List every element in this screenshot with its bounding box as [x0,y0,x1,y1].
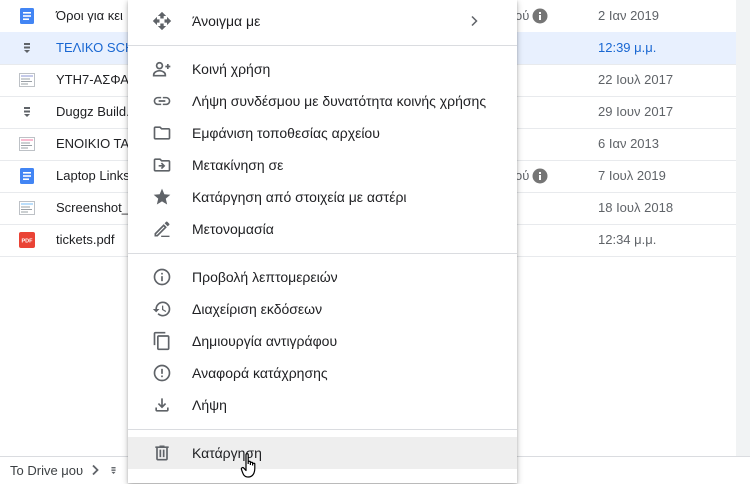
file-date: 2 Ιαν 2019 [598,8,660,23]
menu-item-remove-star[interactable]: Κατάργηση από στοιχεία με αστέρι [128,181,517,213]
pdf-icon: PDF [19,232,35,248]
menu-label: Αναφορά κατάχρησης [192,365,328,381]
menu-label: Διαχείριση εκδόσεων [192,301,323,317]
menu-label: Κατάργηση από στοιχεία με αστέρι [192,189,407,205]
archive-icon [24,43,30,53]
file-name: Laptop Links [56,168,130,183]
image-thumb-icon [19,73,35,87]
menu-item-remove[interactable]: Κατάργηση [128,437,517,469]
menu-label: Προβολή λεπτομερειών [192,269,338,285]
menu-label: Κοινή χρήση [192,61,271,77]
menu-item-share[interactable]: Κοινή χρήση [128,53,517,85]
add-person-icon [152,61,171,77]
menu-item-make-copy[interactable]: Δημιουργία αντιγράφου [128,325,517,357]
chevron-right-icon [471,15,478,27]
info-outline-icon [153,268,171,286]
menu-item-rename[interactable]: Μετονομασία [128,213,517,245]
svg-text:PDF: PDF [22,239,34,245]
image-thumb-icon [19,137,35,151]
menu-label: Άνοιγμα με [192,13,261,29]
image-thumb-icon [19,201,35,215]
file-date: 29 Ιουν 2017 [598,104,674,119]
info-icon[interactable] [532,8,548,24]
archive-icon [24,107,30,117]
menu-divider [128,45,517,46]
file-date: 7 Ιουλ 2019 [598,168,666,183]
star-icon [153,188,171,205]
menu-item-view-details[interactable]: Προβολή λεπτομερειών [128,261,517,293]
file-owner: ού [515,8,530,23]
file-name: Duggz Build. [56,104,130,119]
hand-cursor-icon [240,453,256,478]
menu-item-get-link[interactable]: Λήψη συνδέσμου με δυνατότητα κοινής χρήσ… [128,85,517,117]
menu-divider [128,429,517,430]
menu-label: Μετακίνηση σε [192,157,284,173]
file-name: ΤΕΛΙΚΟ SCH [56,40,135,55]
file-name: ΥΤΗ7-ΑΣΦΑΛ [56,72,138,87]
menu-divider [128,253,517,254]
menu-item-manage-versions[interactable]: Διαχείριση εκδόσεων [128,293,517,325]
archive-icon [111,467,116,474]
menu-item-show-location[interactable]: Εμφάνιση τοποθεσίας αρχείου [128,117,517,149]
menu-item-report-abuse[interactable]: Αναφορά κατάχρησης [128,357,517,389]
info-icon[interactable] [532,168,548,184]
file-date: 18 Ιουλ 2018 [598,200,674,215]
menu-label: Λήψη [192,397,227,413]
history-icon [152,301,171,317]
menu-item-download[interactable]: Λήψη [128,389,517,421]
file-date: 12:39 μ.μ. [598,40,657,55]
file-name: tickets.pdf [56,232,115,247]
pencil-icon [154,221,170,237]
context-menu: Άνοιγμα με Κοινή χρήση Λήψη συνδέσμου με… [128,0,517,483]
file-date: 12:34 μ.μ. [598,232,657,247]
file-name: Screenshot_ [56,200,129,215]
copy-icon [153,331,170,351]
trash-icon [155,445,169,461]
report-icon [153,364,171,382]
docs-icon [20,8,34,24]
file-name: Όροι για κει [56,8,123,23]
folder-icon [153,126,171,140]
docs-icon [20,168,34,184]
menu-item-move-to[interactable]: Μετακίνηση σε [128,149,517,181]
chevron-right-icon [92,464,99,476]
breadcrumb-root[interactable]: Το Drive μου [10,463,83,478]
link-icon [153,96,171,106]
move-arrows-icon [152,11,172,31]
move-folder-icon [153,158,171,172]
menu-label: Εμφάνιση τοποθεσίας αρχείου [192,125,380,141]
menu-label: Μετονομασία [192,221,274,237]
download-icon [155,398,169,412]
file-date: 22 Ιουλ 2017 [598,72,674,87]
file-date: 6 Ιαν 2013 [598,136,660,151]
menu-label: Λήψη συνδέσμου με δυνατότητα κοινής χρήσ… [192,93,487,109]
menu-label: Δημιουργία αντιγράφου [192,333,338,349]
menu-item-open-with[interactable]: Άνοιγμα με [128,5,517,37]
file-name: ΕΝΟΙΚΙΟ ΤΑΧ [56,136,138,151]
scrollbar[interactable] [736,0,750,456]
file-owner: ού [515,168,530,183]
